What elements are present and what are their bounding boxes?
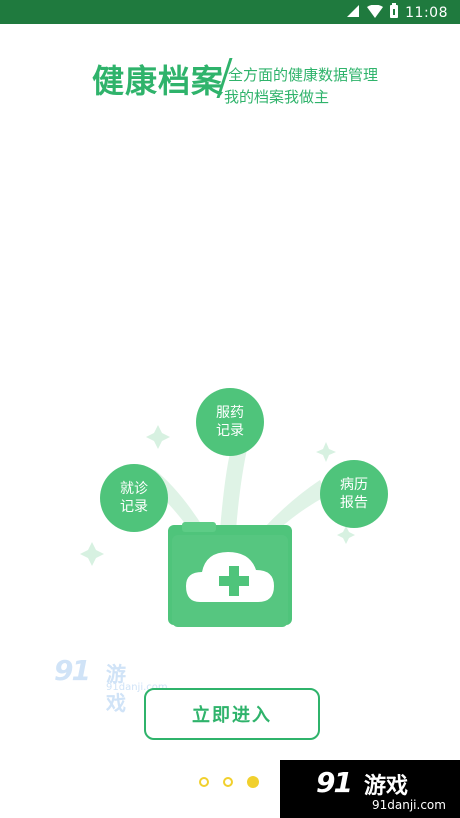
- medical-report-bubble: 病历 报告: [320, 460, 388, 528]
- onboarding-illustration: 就诊 记录 服药 记录 病历 报告: [0, 380, 460, 650]
- app-subtitle-line1: 全方面的健康数据管理: [228, 66, 379, 84]
- page-indicator: [199, 776, 259, 788]
- clock: 11:08: [405, 5, 448, 21]
- app-title: 健康档案: [92, 62, 225, 100]
- watermark-logo-right: 91 游戏 91danji.com: [280, 760, 460, 818]
- watermark-number: 91: [54, 654, 91, 687]
- visit-record-bubble: 就诊 记录: [100, 464, 168, 532]
- battery-icon: [389, 3, 399, 23]
- app-title-block: 健康档案 全方面的健康数据管理 我的档案我做主: [92, 56, 392, 106]
- medication-record-label1: 服药: [216, 405, 244, 421]
- app-subtitle-line2: 我的档案我做主: [224, 88, 330, 106]
- page-dot-3-active[interactable]: [247, 776, 259, 788]
- sparkle-1: [146, 425, 170, 449]
- sparkle-2: [316, 442, 336, 462]
- enter-now-button[interactable]: 立即进入: [144, 688, 320, 740]
- medical-report-label1: 病历: [340, 477, 368, 493]
- folder-tab: [182, 522, 216, 532]
- watermark-logo-left: 91 游戏 91danji.com: [54, 654, 168, 715]
- medication-record-bubble: 服药 记录: [196, 388, 264, 456]
- visit-record-label2: 记录: [120, 499, 148, 515]
- ray-right: [262, 480, 328, 530]
- sparkle-3: [80, 542, 104, 566]
- page-dot-1[interactable]: [199, 777, 209, 787]
- medication-record-label2: 记录: [216, 423, 244, 439]
- watermark-number-right: 91: [316, 766, 353, 799]
- status-icons: 11:08: [347, 3, 448, 23]
- watermark-name-right: 游戏: [364, 774, 409, 799]
- wifi-icon: [367, 4, 384, 23]
- visit-record-label1: 就诊: [120, 481, 148, 497]
- page-dot-2[interactable]: [223, 777, 233, 787]
- status-bar: 11:08: [0, 0, 460, 24]
- watermark-url-right: 91danji.com: [372, 798, 446, 812]
- medical-report-label2: 报告: [340, 495, 368, 511]
- signal-icon: [347, 4, 361, 23]
- sparkle-4: [337, 526, 355, 544]
- ray-middle: [220, 445, 248, 530]
- plus-icon-h: [219, 576, 249, 586]
